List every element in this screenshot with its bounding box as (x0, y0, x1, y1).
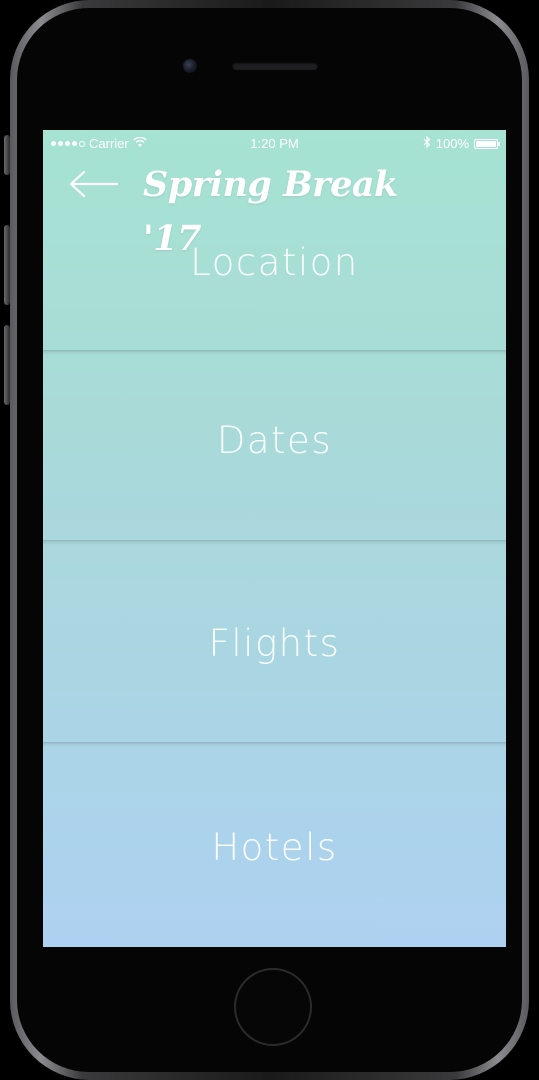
bluetooth-icon (423, 135, 431, 151)
menu-item-label: Hotels (211, 825, 338, 869)
phone-frame: Carrier 1:20 PM 100% Spring Break '17 Lo… (0, 0, 539, 1080)
menu-item-flights[interactable]: Flights (43, 545, 506, 742)
app-screen: Carrier 1:20 PM 100% Spring Break '17 Lo… (43, 130, 506, 947)
menu-item-location[interactable]: Location (43, 220, 506, 350)
menu-item-label: Dates (216, 418, 333, 462)
menu-item-hotels[interactable]: Hotels (43, 747, 506, 947)
battery-percent: 100% (435, 136, 469, 151)
volume-up-button (4, 225, 10, 305)
front-camera (183, 59, 197, 73)
menu-item-label: Flights (208, 622, 341, 665)
earpiece-speaker (232, 62, 318, 70)
battery-icon (474, 138, 500, 149)
status-bar: Carrier 1:20 PM 100% (43, 130, 506, 158)
mute-switch (4, 135, 10, 175)
arrow-left-icon (68, 170, 120, 202)
menu-item-label: Location (190, 241, 359, 284)
navigation-bar: Spring Break '17 (43, 158, 506, 259)
home-button[interactable] (234, 968, 312, 1046)
back-button[interactable] (65, 164, 123, 208)
volume-down-button (4, 325, 10, 405)
page-title: Spring Break '17 (143, 164, 398, 259)
menu-item-dates[interactable]: Dates (43, 355, 506, 540)
status-right: 100% (423, 135, 500, 151)
